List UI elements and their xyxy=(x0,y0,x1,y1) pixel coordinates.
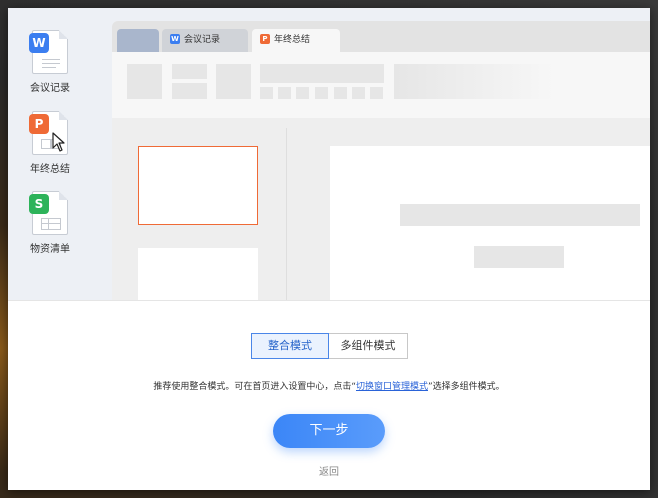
writer-icon: W xyxy=(170,33,180,44)
slide-thumbnail-selected xyxy=(138,146,258,225)
desktop-icon-year-summary[interactable]: P 年终总结 xyxy=(15,111,85,175)
presentation-icon: P xyxy=(260,33,270,44)
dialog-footer: 整合模式 多组件模式 推荐使用整合模式。可在首页进入设置中心，点击“切换窗口管理… xyxy=(8,300,650,490)
mode-selection-dialog: W 会议记录 P 年终总结 S 物资清单 W 会议记录 P 年终总结 整合模式 … xyxy=(8,8,650,490)
desktop-icon-label: 年终总结 xyxy=(30,164,70,175)
mode-preview: W 会议记录 P 年终总结 S 物资清单 W 会议记录 P 年终总结 xyxy=(8,8,650,300)
mode-hint-text: 推荐使用整合模式。可在首页进入设置中心，点击“切换窗口管理模式”选择多组件模式。 xyxy=(8,379,650,392)
presentation-doc-icon: P xyxy=(29,111,68,155)
integrated-mode-button[interactable]: 整合模式 xyxy=(251,333,329,359)
slide-canvas xyxy=(330,146,650,300)
hint-text-after: ”选择多组件模式。 xyxy=(428,382,505,392)
desktop-icon-meeting-notes[interactable]: W 会议记录 xyxy=(15,30,85,94)
hint-text-before: 推荐使用整合模式。可在首页进入设置中心，点击“ xyxy=(153,382,356,392)
back-link[interactable]: 返回 xyxy=(8,463,650,478)
presentation-badge: P xyxy=(29,114,49,134)
slide-editor-placeholder xyxy=(112,118,650,300)
tab-meeting-notes: W 会议记录 xyxy=(162,29,248,52)
next-button[interactable]: 下一步 xyxy=(273,414,385,448)
tab-bar: W 会议记录 P 年终总结 xyxy=(112,21,650,52)
desktop-icon-supplies-list[interactable]: S 物资清单 xyxy=(15,191,85,255)
writer-badge: W xyxy=(29,33,49,53)
tab-home xyxy=(117,29,159,52)
ribbon-placeholder xyxy=(112,52,650,119)
tab-label: 会议记录 xyxy=(184,35,221,45)
multi-component-mode-button[interactable]: 多组件模式 xyxy=(328,333,408,359)
tab-label: 年终总结 xyxy=(274,35,311,45)
switch-window-mode-link[interactable]: 切换窗口管理模式 xyxy=(356,382,428,392)
cursor-icon xyxy=(52,132,65,152)
desktop-icon-label: 物资清单 xyxy=(30,244,70,255)
spreadsheet-badge: S xyxy=(29,194,49,214)
app-window-preview: W 会议记录 P 年终总结 xyxy=(112,21,650,300)
desktop-icon-label: 会议记录 xyxy=(30,83,70,94)
tab-year-summary: P 年终总结 xyxy=(252,29,340,52)
spreadsheet-doc-icon: S xyxy=(29,191,68,235)
writer-doc-icon: W xyxy=(29,30,68,74)
slide-thumbnail xyxy=(138,248,258,300)
